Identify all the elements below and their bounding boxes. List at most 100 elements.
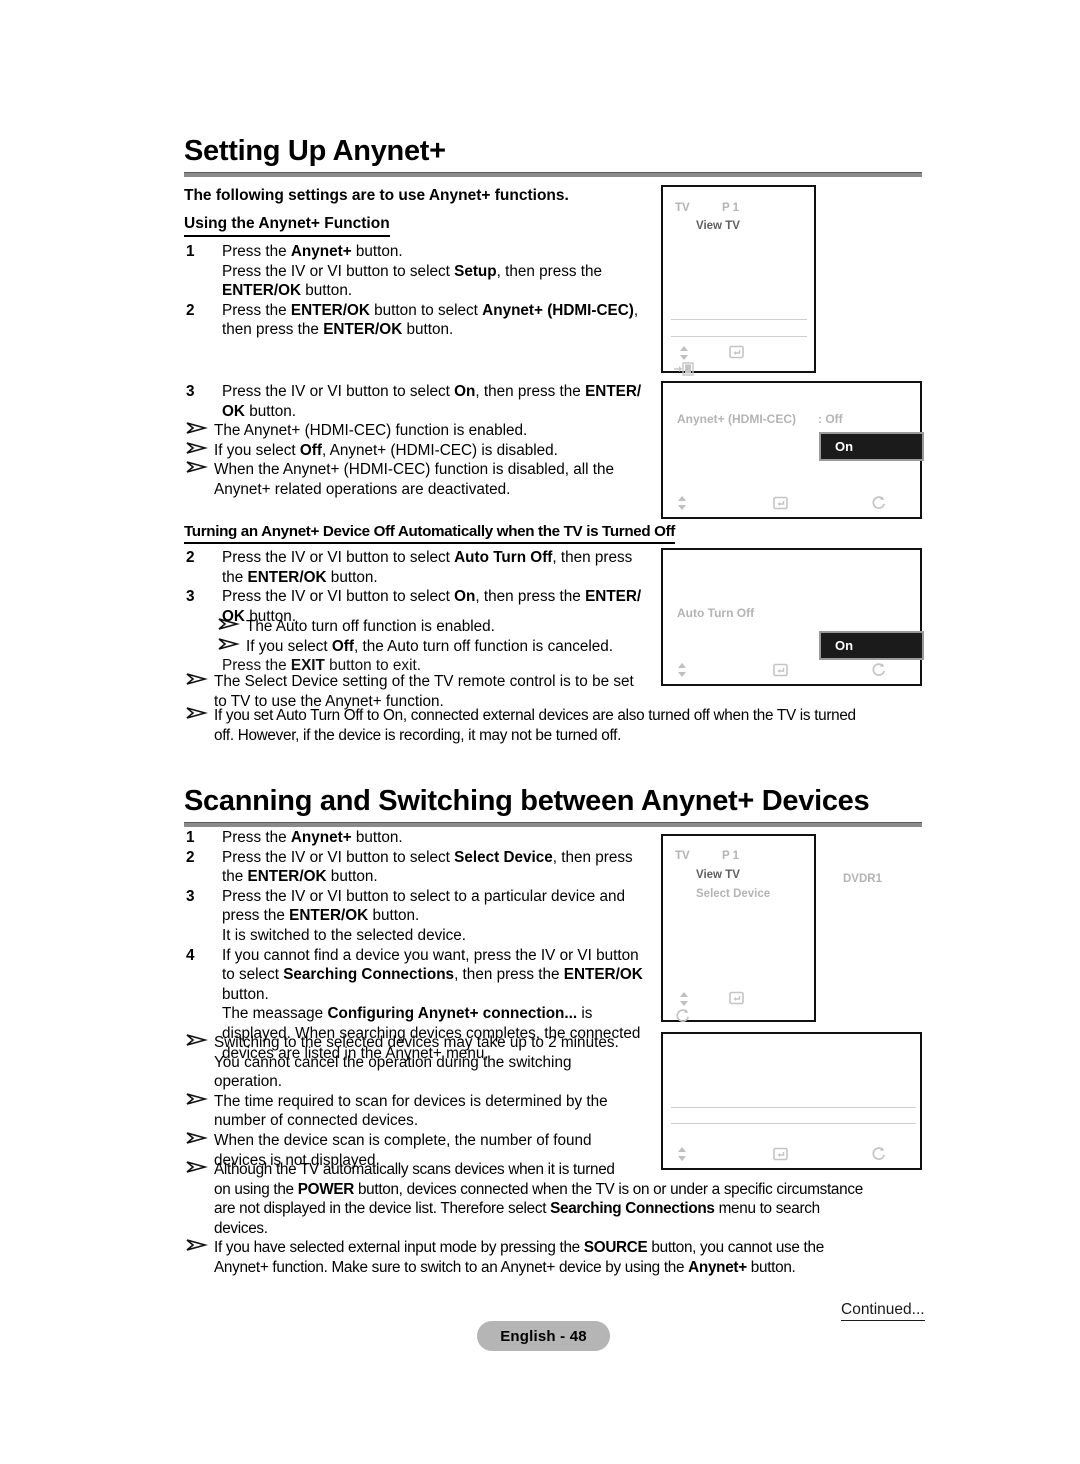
osd-channel-label: P 1: [722, 202, 740, 214]
arrow-bullet-icon: [218, 616, 240, 632]
osd-screen-view-tv: TV P 1 View TV: [661, 185, 816, 376]
note-row: If you select Off, the Auto turn off fun…: [186, 637, 666, 657]
osd-screen-anynet-hdmi-cec: Anynet+ (HDMI-CEC) : Off On: [661, 381, 924, 519]
notes-using-anynet: The Anynet+ (HDMI-CEC) function is enabl…: [186, 421, 666, 499]
steps-using-anynet: 1 Press the Anynet+ button. Press the IV …: [186, 242, 656, 340]
step-text: Press the ENTER/OK button to select Anyn…: [222, 301, 639, 339]
step-number: 3: [186, 588, 195, 606]
subhead-auto-turn-off: Turning an Anynet+ Device Off Automatica…: [184, 523, 675, 544]
return-arrow-icon: [871, 495, 887, 516]
return-arrow-icon: [675, 1008, 691, 1029]
osd-device-name-dvdr1: DVDR1: [843, 873, 882, 885]
title-rule-2: [184, 822, 922, 827]
arrow-bullet-icon: [186, 705, 208, 721]
step-text: Press the IV or VI button to select Sele…: [222, 848, 633, 886]
step-number: 2: [186, 301, 195, 319]
osd-screen-empty: [661, 1032, 922, 1170]
osd-channel-label: P 1: [722, 850, 740, 862]
note-row: When the Anynet+ (HDMI-CEC) function is …: [186, 460, 666, 499]
step-text: Press the IV or VI button to select On, …: [222, 383, 642, 420]
note-text: If you have selected external input mode…: [214, 1239, 824, 1276]
step-number: 2: [186, 549, 195, 566]
return-arrow-icon: [871, 662, 887, 683]
osd-item-view-tv: View TV: [696, 220, 740, 232]
notes-scanning: Switching to the selected devices may ta…: [186, 1033, 666, 1170]
updown-arrows-icon: [675, 1146, 689, 1167]
note-text: If you set Auto Turn Off to On, connecte…: [214, 707, 856, 744]
step-text: Press the Anynet+ button.: [222, 829, 403, 846]
note-row: The Anynet+ (HDMI-CEC) function is enabl…: [186, 421, 666, 441]
osd-source-label: TV: [675, 202, 690, 214]
note-text: If you select Off, the Auto turn off fun…: [246, 637, 614, 655]
osd-screen-auto-turn-off: Auto Turn Off On: [661, 548, 924, 686]
steps-scanning: 1 Press the Anynet+ button. 2 Press the …: [186, 828, 656, 1063]
arrow-bullet-icon: [186, 420, 208, 436]
osd-separator-bar: [671, 1107, 916, 1124]
step-number: 3: [186, 383, 195, 400]
enter-return-icon: [729, 345, 745, 365]
steps-auto-turn-off: 2 Press the IV or VI button to select Au…: [186, 548, 656, 626]
osd-item-view-tv[interactable]: View TV: [696, 869, 740, 881]
step-number: 1: [186, 829, 195, 846]
step-number: 4: [186, 946, 195, 964]
osd-screen-select-device: TV P 1 View TV Select Device: [661, 834, 816, 1022]
note-text: The Anynet+ (HDMI-CEC) function is enabl…: [214, 422, 528, 439]
enter-return-icon: [773, 1147, 789, 1167]
osd-source-label: TV: [675, 850, 690, 862]
note-row: If you select Off, Anynet+ (HDMI-CEC) is…: [186, 441, 666, 461]
osd-setting-value: : Off: [818, 412, 843, 426]
updown-arrows-icon: [675, 662, 689, 683]
note-text: Switching to the selected devices may ta…: [214, 1034, 619, 1091]
arrow-bullet-icon: [186, 459, 208, 475]
page-title-scanning-switching: Scanning and Switching between Anynet+ D…: [184, 785, 870, 817]
enter-return-icon: [729, 991, 745, 1011]
step-text: Press the Anynet+ button. Press the IV or…: [222, 243, 603, 300]
arrow-bullet-icon: [186, 1091, 208, 1107]
step-text: Press the IV or VI button to select to a…: [222, 887, 626, 944]
osd-item-select-device[interactable]: Select Device: [696, 888, 770, 900]
step-row: 2 Press the ENTER/OK button to select An…: [186, 301, 656, 340]
page-title-setting-up-anynet: Setting Up Anynet+: [184, 135, 446, 167]
note-text: The Auto turn off function is enabled.: [246, 618, 495, 635]
step-row: 2 Press the IV or VI button to select Se…: [186, 848, 656, 887]
step-number: 3: [186, 887, 195, 905]
note-row: Switching to the selected devices may ta…: [186, 1033, 666, 1092]
note-text: The time required to scan for devices is…: [214, 1092, 608, 1130]
note-text: When the Anynet+ (HDMI-CEC) function is …: [214, 461, 615, 498]
note-row: If you have selected external input mode…: [186, 1238, 946, 1277]
return-arrow-icon: [871, 1146, 887, 1167]
exit-icon: [673, 362, 695, 381]
step-row: 1 Press the Anynet+ button.: [186, 828, 656, 848]
note-auto-turn-off-wide: If you set Auto Turn Off to On, connecte…: [186, 706, 946, 745]
continued-label: Continued...: [841, 1301, 925, 1321]
enter-return-icon: [773, 496, 789, 516]
notes-scanning-wide: Although the TV automatically scans devi…: [186, 1160, 946, 1278]
intro-text: The following settings are to use Anynet…: [184, 187, 569, 204]
document-page: Setting Up Anynet+ The following setting…: [0, 0, 1080, 1464]
step-row: 3 Press the IV or VI button to select On…: [186, 382, 661, 421]
enter-return-icon: [773, 663, 789, 683]
note-text: If you select Off, Anynet+ (HDMI-CEC) is…: [214, 441, 558, 459]
step-row: 2 Press the IV or VI button to select Au…: [186, 548, 656, 587]
title-rule: [184, 172, 922, 177]
arrow-bullet-icon: [186, 1130, 208, 1146]
note-row: If you set Auto Turn Off to On, connecte…: [186, 706, 946, 745]
note-row: Although the TV automatically scans devi…: [186, 1160, 946, 1238]
note-row: The Auto turn off function is enabled.: [186, 617, 666, 637]
step-number: 1: [186, 243, 195, 260]
arrow-bullet-icon: [186, 440, 208, 456]
osd-highlight-on[interactable]: On: [819, 432, 924, 461]
arrow-bullet-icon: [186, 671, 208, 687]
osd-setting-label: Anynet+ (HDMI-CEC): [677, 412, 796, 426]
osd-highlight-on[interactable]: On: [819, 631, 924, 660]
updown-arrows-icon: [675, 495, 689, 516]
step-row: 3 Press the IV or VI button to select to…: [186, 887, 656, 946]
step-number: 2: [186, 848, 195, 866]
note-text: The Select Device setting of the TV remo…: [214, 673, 634, 710]
notes-auto-turn-off-indented: The Auto turn off function is enabled. I…: [186, 617, 666, 656]
arrow-bullet-icon: [186, 1237, 208, 1253]
steps-using-anynet-3: 3 Press the IV or VI button to select On…: [186, 382, 661, 421]
step-text: Press the IV or VI button to select Auto…: [222, 549, 633, 586]
arrow-bullet-icon: [186, 1159, 208, 1175]
osd-separator-bar: [671, 319, 807, 337]
